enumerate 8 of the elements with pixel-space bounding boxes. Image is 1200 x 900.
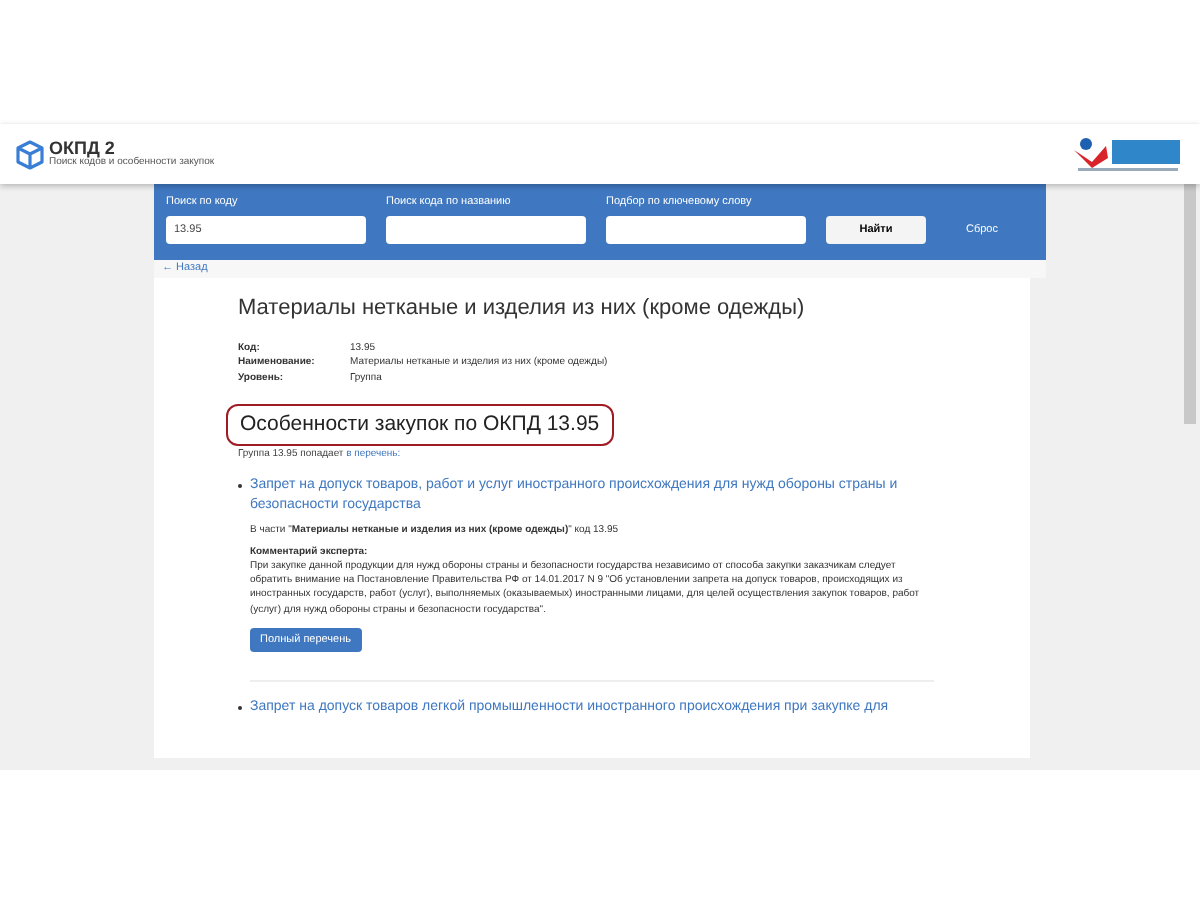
cube-logo-icon: [16, 139, 44, 169]
page-title: Материалы нетканые и изделия из них (кроме одежды): [238, 294, 807, 324]
search-field[interactable]: [606, 216, 806, 245]
logo-icon: [1072, 134, 1184, 174]
scrollbar[interactable]: [1184, 184, 1196, 424]
section-title: Особенности закупок по ОКПД 13.95: [226, 404, 614, 446]
search-field[interactable]: [386, 216, 586, 245]
app-title: ОКПД 2: [49, 140, 117, 158]
